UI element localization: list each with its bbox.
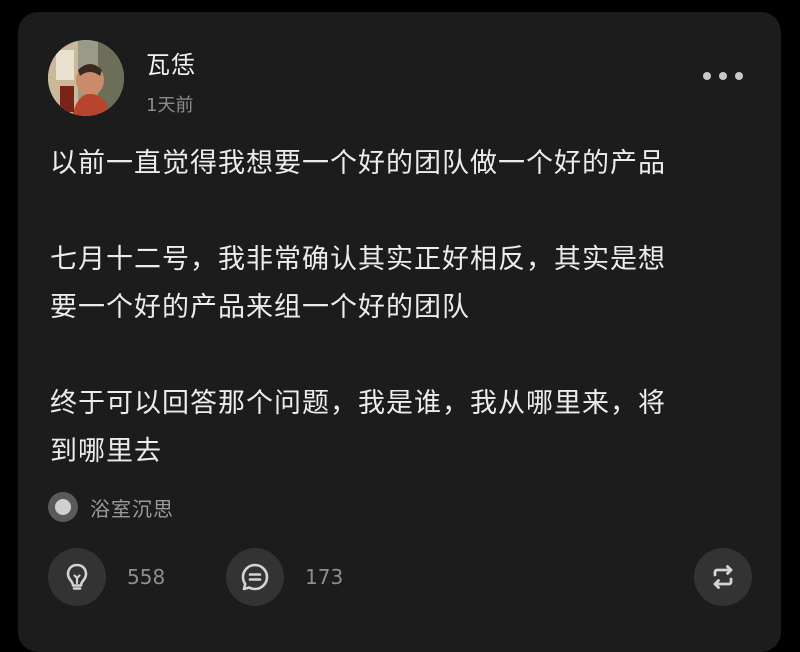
topic-dot-icon [48, 492, 78, 522]
lightbulb-icon [66, 563, 88, 590]
post-timestamp: 1天前 [146, 95, 194, 116]
more-options-button[interactable] [703, 64, 743, 88]
comment-lines-icon [241, 563, 269, 591]
like-button[interactable]: 558 [48, 548, 165, 606]
post-paragraph-3-line-1: 终于可以回答那个问题，我是谁，我从哪里来，将 [50, 388, 666, 419]
more-horizontal-icon [703, 72, 711, 80]
avatar[interactable] [48, 40, 124, 116]
comment-button[interactable]: 173 [226, 548, 343, 606]
topic-label: 浴室沉思 [90, 496, 174, 521]
repost-button[interactable] [694, 548, 752, 606]
repost-icon [713, 565, 733, 589]
topic-tag[interactable]: 浴室沉思 [48, 492, 174, 522]
post-paragraph-1-line-1: 以前一直觉得我想要一个好的团队做一个好的产品 [50, 148, 666, 179]
post-content: 以前一直觉得我想要一个好的团队做一个好的产品 七月十二号，我非常确认其实正好相反… [50, 140, 750, 476]
author-name[interactable]: 瓦恁 [146, 45, 196, 80]
post-paragraph-2-line-1: 七月十二号，我非常确认其实正好相反，其实是想 [50, 244, 666, 275]
post-card: 瓦恁 1天前 以前一直觉得我想要一个好的团队做一个好的产品 七月十二号，我非常确… [18, 12, 781, 652]
comment-count: 173 [305, 565, 344, 589]
post-paragraph-3-line-2: 到哪里去 [50, 436, 162, 467]
like-count: 558 [127, 565, 166, 589]
post-paragraph-2-line-2: 要一个好的产品来组一个好的团队 [50, 292, 470, 323]
